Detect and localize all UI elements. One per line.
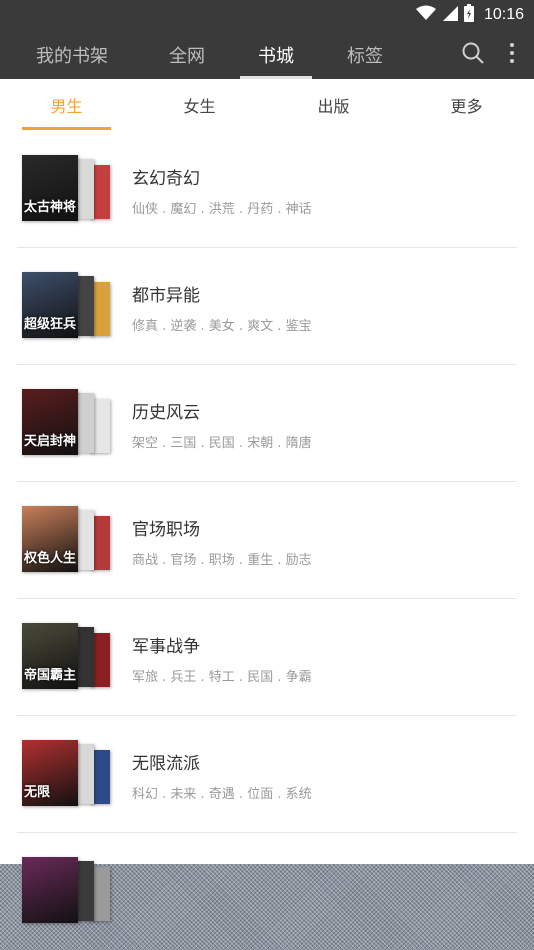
category-item-lishi[interactable]: 天启封神 历史风云 架空 . 三国 . 民国 . 宋朝 . 隋唐: [0, 365, 534, 482]
cover-title: 天启封神: [24, 434, 77, 449]
category-title: 军事战争: [132, 637, 200, 657]
cell-signal-icon: [442, 5, 458, 25]
cover-title: 无限: [24, 785, 51, 800]
active-subtab-indicator: [22, 127, 111, 130]
cover-title: 权色人生: [24, 551, 77, 566]
tab-label: 全网: [169, 45, 205, 67]
book-cover: 天启封神: [22, 389, 78, 455]
category-tags: 科幻 . 未来 . 奇遇 . 位面 . 系统: [132, 787, 312, 802]
category-item-xuanhuan[interactable]: 太古神将 玄幻奇幻 仙侠 . 魔幻 . 洪荒 . 丹药 . 神话: [0, 131, 534, 248]
more-icon: [509, 42, 515, 68]
cover-stack: 权色人生: [22, 506, 114, 574]
battery-icon: [463, 4, 474, 26]
cover-title: 太古神将: [24, 200, 77, 215]
category-tabs: 男生 女生 出版 更多: [0, 79, 534, 131]
cover-stack: 帝国霸主: [22, 623, 114, 691]
subtab-female[interactable]: 女生: [133, 79, 266, 131]
subtab-male[interactable]: 男生: [0, 79, 133, 131]
subtab-more[interactable]: 更多: [400, 79, 533, 131]
subtab-label: 男生: [50, 97, 83, 116]
category-tags: 军旅 . 兵王 . 特工 . 民国 . 争霸: [132, 670, 312, 685]
tab-bookshelf[interactable]: 我的书架: [22, 30, 122, 79]
tab-tags[interactable]: 标签: [330, 30, 400, 79]
wifi-icon: [415, 5, 436, 25]
category-item-guanchang[interactable]: 权色人生 官场职场 商战 . 官场 . 职场 . 重生 . 励志: [0, 482, 534, 599]
tab-label: 我的书架: [36, 45, 108, 67]
search-icon: [461, 41, 485, 69]
category-item-dushi[interactable]: 超级狂兵 都市异能 修真 . 逆袭 . 美女 . 爽文 . 鉴宝: [0, 248, 534, 365]
tab-label: 标签: [347, 45, 383, 67]
tab-bookstore[interactable]: 书城: [240, 30, 312, 79]
tab-label: 书城: [258, 45, 294, 67]
subtab-publish[interactable]: 出版: [267, 79, 400, 131]
book-cover: 超级狂兵: [22, 272, 78, 338]
category-title: 官场职场: [132, 520, 200, 540]
cover-title: 帝国霸主: [24, 668, 77, 683]
cover-stack: [22, 857, 114, 925]
category-item-wuxian[interactable]: 无限 无限流派 科幻 . 未来 . 奇遇 . 位面 . 系统: [0, 716, 534, 833]
more-options-button[interactable]: [500, 30, 524, 79]
category-title: 玄幻奇幻: [132, 169, 200, 189]
top-nav-bar: 我的书架 全网 书城 标签: [0, 30, 534, 79]
category-title: 都市异能: [132, 286, 200, 306]
category-tags: 商战 . 官场 . 职场 . 重生 . 励志: [132, 553, 312, 568]
category-title: 无限流派: [132, 754, 200, 774]
cover-stack: 太古神将: [22, 155, 114, 223]
category-tags: 仙侠 . 魔幻 . 洪荒 . 丹药 . 神话: [132, 202, 312, 217]
book-cover: 权色人生: [22, 506, 78, 572]
status-bar: 10:16: [0, 0, 534, 30]
cover-stack: 天启封神: [22, 389, 114, 457]
cover-stack: 超级狂兵: [22, 272, 114, 340]
book-cover: 太古神将: [22, 155, 78, 221]
status-time: 10:16: [483, 6, 524, 23]
cover-stack: 无限: [22, 740, 114, 808]
category-item-junshi[interactable]: 帝国霸主 军事战争 军旅 . 兵王 . 特工 . 民国 . 争霸: [0, 599, 534, 716]
status-icons: 10:16: [415, 4, 524, 26]
book-cover: [22, 857, 78, 923]
category-tags: 架空 . 三国 . 民国 . 宋朝 . 隋唐: [132, 436, 312, 451]
cover-title: 超级狂兵: [24, 317, 77, 332]
subtab-label: 出版: [317, 97, 350, 116]
tab-whole-web[interactable]: 全网: [146, 30, 228, 79]
subtab-label: 更多: [450, 97, 483, 116]
book-cover: 帝国霸主: [22, 623, 78, 689]
search-button[interactable]: [456, 30, 490, 79]
category-tags: 修真 . 逆袭 . 美女 . 爽文 . 鉴宝: [132, 319, 312, 334]
subtab-label: 女生: [183, 97, 216, 116]
category-title: 历史风云: [132, 403, 200, 423]
book-cover: 无限: [22, 740, 78, 806]
